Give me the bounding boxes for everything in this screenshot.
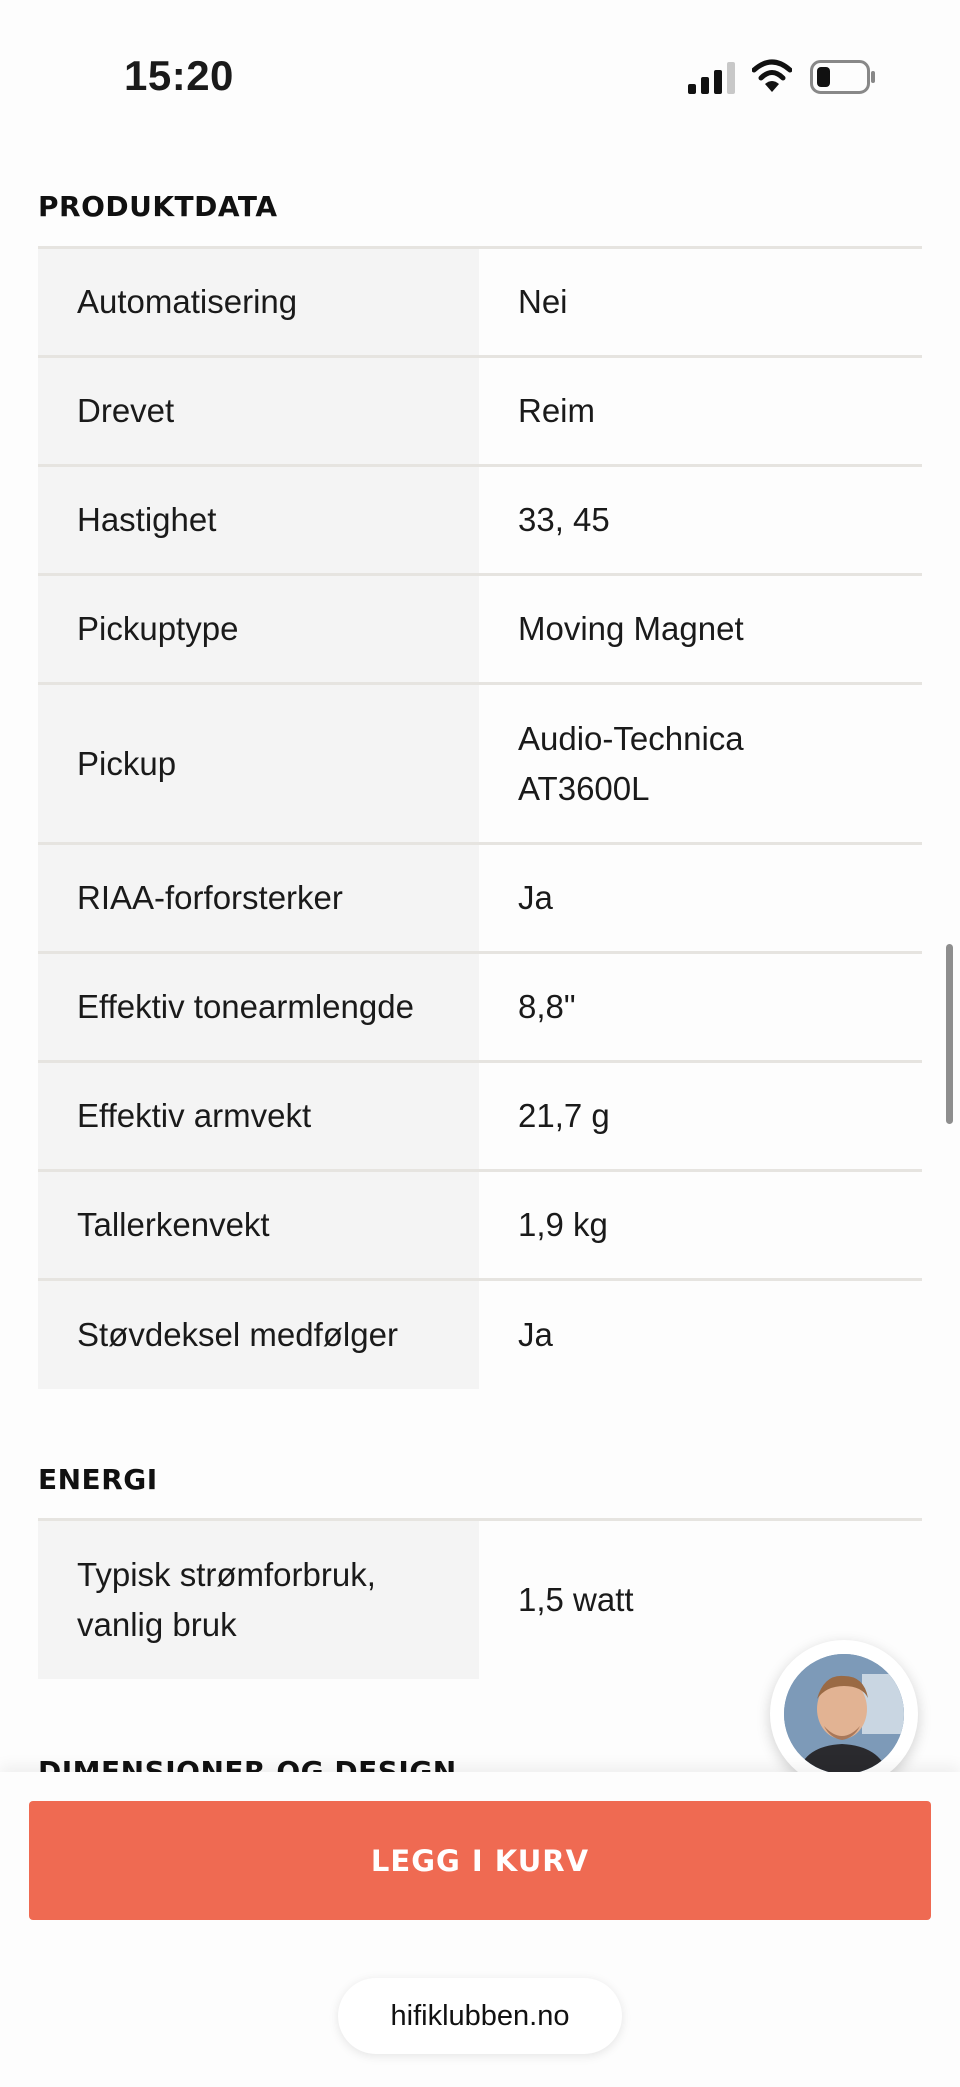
table-row: Hastighet 33, 45 bbox=[38, 467, 922, 576]
spec-label: Støvdeksel medfølger bbox=[38, 1281, 479, 1389]
add-to-cart-button[interactable]: LEGG I KURV bbox=[29, 1801, 931, 1920]
table-row: Pickup Audio-Technica AT3600L bbox=[38, 685, 922, 845]
table-row: RIAA-forforsterker Ja bbox=[38, 845, 922, 954]
table-row: Pickuptype Moving Magnet bbox=[38, 576, 922, 685]
spec-label: Automatisering bbox=[38, 249, 479, 355]
energi-table: Typisk strømforbruk, vanlig bruk 1,5 wat… bbox=[38, 1518, 922, 1679]
spec-label: Pickup bbox=[38, 685, 479, 842]
support-agent-avatar bbox=[784, 1654, 904, 1774]
section-title-produktdata: PRODUKTDATA bbox=[38, 190, 278, 223]
browser-address-bar[interactable]: hifiklubben.no bbox=[338, 1978, 622, 2054]
spec-label: Hastighet bbox=[38, 467, 479, 573]
spec-value: 21,7 g bbox=[479, 1063, 922, 1169]
status-time: 15:20 bbox=[124, 52, 234, 99]
table-row: Tallerkenvekt 1,9 kg bbox=[38, 1172, 922, 1281]
spec-label: Tallerkenvekt bbox=[38, 1172, 479, 1278]
table-row: Effektiv armvekt 21,7 g bbox=[38, 1063, 922, 1172]
spec-label: RIAA-forforsterker bbox=[38, 845, 479, 951]
cellular-signal-icon bbox=[688, 62, 735, 94]
spec-label: Typisk strømforbruk, vanlig bruk bbox=[38, 1521, 479, 1679]
spec-label: Pickuptype bbox=[38, 576, 479, 682]
scrollbar-thumb[interactable] bbox=[946, 944, 953, 1124]
spec-value: 33, 45 bbox=[479, 467, 922, 573]
spec-value: Ja bbox=[479, 845, 922, 951]
spec-value: Audio-Technica AT3600L bbox=[479, 685, 922, 842]
wifi-icon bbox=[752, 59, 792, 92]
spec-value: Moving Magnet bbox=[479, 576, 922, 682]
table-row: Typisk strømforbruk, vanlig bruk 1,5 wat… bbox=[38, 1521, 922, 1679]
status-bar: 15:20 bbox=[0, 0, 960, 150]
bottom-action-bar: LEGG I KURV hifiklubben.no bbox=[0, 1772, 960, 2087]
spec-value: Nei bbox=[479, 249, 922, 355]
battery-icon bbox=[810, 60, 875, 94]
spec-value: 1,9 kg bbox=[479, 1172, 922, 1278]
table-row: Drevet Reim bbox=[38, 358, 922, 467]
spec-label: Effektiv armvekt bbox=[38, 1063, 479, 1169]
spec-value: Reim bbox=[479, 358, 922, 464]
chat-support-button[interactable] bbox=[770, 1640, 918, 1788]
spec-label: Drevet bbox=[38, 358, 479, 464]
spec-label: Effektiv tonearmlengde bbox=[38, 954, 479, 1060]
spec-value: 8,8" bbox=[479, 954, 922, 1060]
table-row: Støvdeksel medfølger Ja bbox=[38, 1281, 922, 1389]
table-row: Automatisering Nei bbox=[38, 249, 922, 358]
table-row: Effektiv tonearmlengde 8,8" bbox=[38, 954, 922, 1063]
produktdata-table: Automatisering Nei Drevet Reim Hastighet… bbox=[38, 246, 922, 1389]
avatar-photo-icon bbox=[784, 1654, 904, 1774]
spec-value: Ja bbox=[479, 1281, 922, 1389]
section-title-energi: ENERGI bbox=[38, 1463, 158, 1496]
